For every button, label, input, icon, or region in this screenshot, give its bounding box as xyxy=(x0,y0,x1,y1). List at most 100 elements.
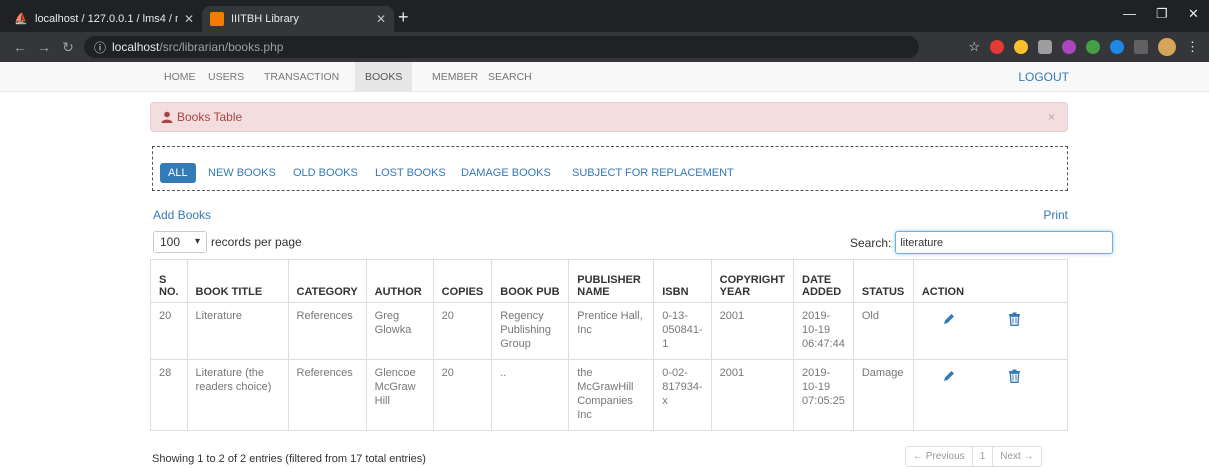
header-action: ACTION xyxy=(912,259,1069,303)
nav-books[interactable]: BOOKS xyxy=(355,62,413,92)
user-icon xyxy=(161,111,173,123)
books-table: S NO. BOOK TITLE CATEGORY AUTHOR COPIES … xyxy=(150,259,1069,431)
cell-category: References xyxy=(287,302,367,360)
records-per-page-select[interactable]: 100 xyxy=(153,231,207,253)
header-isbn[interactable]: ISBN xyxy=(653,259,712,303)
cell-status: Damage xyxy=(852,359,914,431)
url-field[interactable]: ⓘ localhost /src/librarian/books.php xyxy=(84,36,919,58)
menu-kebab-icon[interactable]: ⋮ xyxy=(1186,39,1199,55)
site-info-icon[interactable]: ⓘ xyxy=(94,39,106,56)
extension-icon[interactable] xyxy=(1038,40,1052,54)
cell-book-pub: Regency Publishing Group xyxy=(491,302,570,360)
reload-icon[interactable]: ↻ xyxy=(56,39,80,56)
extension-icon[interactable] xyxy=(1062,40,1076,54)
delete-trash-icon[interactable] xyxy=(1008,369,1021,383)
header-date-added[interactable]: DATE ADDED xyxy=(793,259,854,303)
extension-icon[interactable] xyxy=(990,40,1004,54)
back-icon[interactable]: ← xyxy=(8,39,32,55)
app-navbar: HOME USERS TRANSACTION BOOKS MEMBER SEAR… xyxy=(0,62,1209,92)
header-book-title[interactable]: BOOK TITLE xyxy=(186,259,289,303)
filter-lost-books[interactable]: LOST BOOKS xyxy=(375,163,446,183)
alert-title: Books Table xyxy=(177,110,243,124)
header-sno[interactable]: S NO. xyxy=(150,259,188,303)
table-header-row: S NO. BOOK TITLE CATEGORY AUTHOR COPIES … xyxy=(150,259,1069,303)
add-books-link[interactable]: Add Books xyxy=(153,208,211,222)
header-copyright-year[interactable]: COPYRIGHT YEAR xyxy=(710,259,795,303)
filter-damage-books[interactable]: DAMAGE BOOKS xyxy=(461,163,551,183)
cell-publisher: Prentice Hall, Inc xyxy=(568,302,655,360)
cell-isbn: 0-02-817934-x xyxy=(653,359,712,431)
cell-copies: 20 xyxy=(432,359,493,431)
browser-tab-phpmyadmin[interactable]: ⛵ localhost / 127.0.0.1 / lms4 / mer ✕ xyxy=(6,6,202,32)
cell-copies: 20 xyxy=(432,302,493,360)
cell-author: Glencoe McGraw Hill xyxy=(365,359,434,431)
cell-action xyxy=(912,302,1069,360)
cell-book-pub: .. xyxy=(491,359,570,431)
cell-publisher: the McGrawHill Companies Inc xyxy=(568,359,655,431)
records-per-page-control: 100 records per page xyxy=(153,231,302,253)
header-book-pub[interactable]: BOOK PUB xyxy=(491,259,570,303)
profile-avatar[interactable] xyxy=(1158,38,1176,56)
tab-title: localhost / 127.0.0.1 / lms4 / mer xyxy=(35,13,178,25)
header-category[interactable]: CATEGORY xyxy=(287,259,367,303)
search-input[interactable] xyxy=(895,231,1114,254)
table-row: 28 Literature (the readers choice) Refer… xyxy=(150,359,1069,431)
delete-trash-icon[interactable] xyxy=(1008,312,1021,326)
print-link[interactable]: Print xyxy=(1043,208,1068,222)
cell-date-added: 2019-10-19 07:05:25 xyxy=(793,359,854,431)
forward-icon[interactable]: → xyxy=(32,39,56,55)
logout-link[interactable]: LOGOUT xyxy=(1018,62,1069,92)
header-publisher-name[interactable]: PUBLISHER NAME xyxy=(568,259,655,303)
cell-title: Literature xyxy=(186,302,289,360)
maximize-icon[interactable]: ❐ xyxy=(1156,6,1168,22)
extension-icon[interactable] xyxy=(1014,40,1028,54)
nav-users[interactable]: USERS xyxy=(198,62,254,92)
header-copies[interactable]: COPIES xyxy=(432,259,493,303)
extension-icon[interactable] xyxy=(1086,40,1100,54)
next-page-button[interactable]: Next → xyxy=(993,447,1040,466)
phpmyadmin-icon: ⛵ xyxy=(14,13,28,25)
pagination: ← Previous 1 Next → xyxy=(905,446,1042,467)
edit-pencil-icon[interactable] xyxy=(942,369,956,383)
extension-icon[interactable] xyxy=(1134,40,1148,54)
nav-search[interactable]: SEARCH xyxy=(478,62,542,92)
browser-tab-library[interactable]: IIITBH Library ✕ xyxy=(202,6,394,32)
cell-title: Literature (the readers choice) xyxy=(186,359,289,431)
header-author[interactable]: AUTHOR xyxy=(365,259,434,303)
cell-date-added: 2019-10-19 06:47:44 xyxy=(793,302,854,360)
filter-box: ALL NEW BOOKS OLD BOOKS LOST BOOKS DAMAG… xyxy=(152,146,1068,191)
records-per-page-label: records per page xyxy=(211,235,302,249)
extension-toolbar: ☆ ⋮ xyxy=(968,38,1199,56)
header-status[interactable]: STATUS xyxy=(852,259,914,303)
minimize-icon[interactable]: — xyxy=(1123,6,1136,21)
cell-year: 2001 xyxy=(710,359,795,431)
close-tab-icon[interactable]: ✕ xyxy=(376,12,386,26)
edit-pencil-icon[interactable] xyxy=(942,312,956,326)
filter-subject-for-replacement[interactable]: SUBJECT FOR REPLACEMENT xyxy=(572,163,734,183)
page-1-button[interactable]: 1 xyxy=(973,447,994,466)
address-bar: ← → ↻ ⌂ ⓘ localhost /src/librarian/books… xyxy=(0,32,1209,62)
filter-old-books[interactable]: OLD BOOKS xyxy=(293,163,358,183)
table-row: 20 Literature References Greg Glowka 20 … xyxy=(150,302,1069,360)
table-info: Showing 1 to 2 of 2 entries (filtered fr… xyxy=(152,453,426,465)
filter-all[interactable]: ALL xyxy=(160,163,196,183)
previous-page-button[interactable]: ← Previous xyxy=(906,447,973,466)
cell-year: 2001 xyxy=(710,302,795,360)
browser-tab-bar: ⛵ localhost / 127.0.0.1 / lms4 / mer ✕ I… xyxy=(0,0,1209,32)
nav-transaction[interactable]: TRANSACTION xyxy=(254,62,349,92)
books-table-alert: Books Table × xyxy=(150,102,1068,132)
url-path: /src/librarian/books.php xyxy=(159,40,284,54)
extension-icon[interactable] xyxy=(1110,40,1124,54)
window-close-icon[interactable]: ✕ xyxy=(1188,6,1199,22)
search-label: Search: xyxy=(850,235,892,250)
filter-new-books[interactable]: NEW BOOKS xyxy=(208,163,276,183)
cell-category: References xyxy=(287,359,367,431)
cell-sno: 28 xyxy=(150,359,188,431)
close-tab-icon[interactable]: ✕ xyxy=(184,12,194,26)
library-icon xyxy=(210,12,224,26)
alert-close-button[interactable]: × xyxy=(1048,110,1055,124)
url-host: localhost xyxy=(112,40,160,54)
bookmark-star-icon[interactable]: ☆ xyxy=(968,39,980,55)
new-tab-icon[interactable]: + xyxy=(398,6,409,28)
cell-isbn: 0-13-050841-1 xyxy=(653,302,712,360)
